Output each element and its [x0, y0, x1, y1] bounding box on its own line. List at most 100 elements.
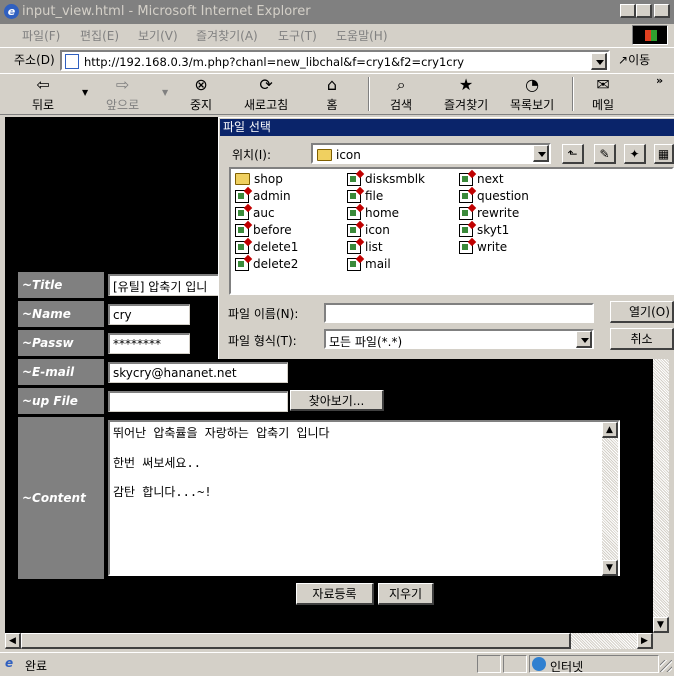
filetype-dropdown[interactable]: 모든 파일(*.*)	[324, 329, 594, 349]
file-item[interactable]: before	[235, 222, 292, 238]
back-dropdown-icon[interactable]: ▼	[82, 88, 88, 97]
file-item[interactable]: mail	[347, 256, 391, 272]
content-label: ~Content	[18, 417, 104, 579]
status-pane	[503, 655, 527, 673]
file-name: shop	[254, 172, 283, 186]
file-item[interactable]: icon	[347, 222, 390, 238]
close-button[interactable]: ×	[654, 4, 670, 18]
html-file-icon	[459, 240, 473, 254]
mail-button[interactable]: ✉ 메일	[592, 76, 614, 113]
file-item[interactable]: delete2	[235, 256, 298, 272]
file-item[interactable]: skyt1	[459, 222, 509, 238]
dialog-title: 파일 선택	[220, 119, 674, 136]
favorites-button[interactable]: ★ 즐겨찾기	[444, 76, 488, 113]
favorites-label: 즐겨찾기	[444, 98, 489, 112]
menu-help[interactable]: 도움말(H)	[336, 27, 388, 44]
file-list[interactable]: shop admin auc before delete1 delete2 disksmbl…	[229, 167, 674, 295]
file-name: auc	[253, 206, 275, 220]
file-item[interactable]: next	[459, 171, 504, 187]
file-item[interactable]: disksmblk	[347, 171, 425, 187]
html-file-icon	[235, 240, 249, 254]
forward-arrow-icon: ⇨	[115, 75, 130, 94]
filename-input[interactable]	[324, 303, 594, 323]
resize-grip-icon[interactable]	[660, 660, 672, 672]
open-button[interactable]: 열기(O)	[610, 301, 674, 323]
minimize-button[interactable]: _	[620, 4, 636, 18]
file-item[interactable]: delete1	[235, 239, 298, 255]
title-input[interactable]: [유틸] 압축기 입니	[108, 274, 220, 296]
menu-tools[interactable]: 도구(T)	[278, 27, 317, 44]
scroll-down-icon[interactable]: ▼	[602, 560, 618, 576]
file-name: before	[253, 223, 292, 237]
textarea-scrollbar[interactable]: ▲ ▼	[602, 422, 618, 576]
file-item[interactable]: write	[459, 239, 507, 255]
refresh-button[interactable]: ⟳ 새로고침	[244, 76, 288, 113]
file-name: next	[477, 172, 504, 186]
up-folder-icon[interactable]: ⬑	[562, 144, 584, 164]
toolbar-more-icon[interactable]: »	[656, 74, 663, 87]
forward-dropdown-icon[interactable]: ▼	[162, 88, 168, 97]
menu-view[interactable]: 보기(V)	[138, 27, 178, 44]
scroll-left-icon[interactable]: ◀	[5, 633, 21, 649]
file-item[interactable]: question	[459, 188, 529, 204]
file-item[interactable]: file	[347, 188, 383, 204]
file-item[interactable]: list	[347, 239, 383, 255]
history-icon: ◔	[525, 75, 540, 94]
new-folder-icon[interactable]: ✦	[624, 144, 646, 164]
password-input[interactable]: ********	[108, 333, 190, 354]
cancel-button[interactable]: 취소	[610, 328, 674, 350]
window-title-bar: e input_view.html - Microsoft Internet E…	[0, 0, 674, 24]
address-input[interactable]: http://192.168.0.3/m.php?chanl=new_libch…	[60, 50, 610, 71]
address-dropdown-button[interactable]	[591, 53, 607, 70]
html-file-icon	[347, 172, 361, 186]
desktop-icon[interactable]: ✎	[594, 144, 616, 164]
file-name: home	[365, 206, 400, 220]
scroll-thumb[interactable]	[21, 633, 571, 649]
menu-edit[interactable]: 편집(E)	[80, 27, 119, 44]
filetype-dropdown-arrow[interactable]	[576, 331, 592, 348]
name-input[interactable]: cry	[108, 304, 190, 325]
history-button[interactable]: ◔ 목록보기	[510, 76, 554, 113]
clear-button[interactable]: 지우기	[378, 583, 434, 605]
refresh-icon: ⟳	[259, 75, 273, 94]
submit-button[interactable]: 자료등록	[296, 583, 374, 605]
location-dropdown-arrow[interactable]	[533, 145, 549, 162]
html-file-icon	[347, 240, 361, 254]
maximize-button[interactable]: □	[636, 4, 652, 18]
email-input[interactable]: skycry@hananet.net	[108, 362, 288, 383]
file-name: rewrite	[477, 206, 520, 220]
file-item[interactable]: rewrite	[459, 205, 519, 221]
file-name: list	[365, 240, 383, 254]
menu-favorites[interactable]: 즐겨찾기(A)	[196, 27, 258, 44]
back-button[interactable]: ⇦ 뒤로	[32, 76, 54, 113]
go-button[interactable]: ↗이동	[618, 51, 650, 68]
scroll-down-icon[interactable]: ▼	[653, 617, 669, 633]
forward-button[interactable]: ⇨ 앞으로	[106, 76, 139, 113]
html-file-icon	[235, 189, 249, 203]
browse-button[interactable]: 찾아보기...	[290, 390, 384, 411]
html-file-icon	[347, 223, 361, 237]
folder-icon	[235, 173, 250, 185]
content-textarea[interactable]: 뛰어난 압축률을 자랑하는 압축기 입니다 한번 써보세요.. 감탄 합니다..…	[108, 420, 620, 576]
view-menu-icon[interactable]: ▦	[654, 144, 674, 164]
folder-item[interactable]: shop	[235, 171, 283, 187]
file-item[interactable]: auc	[235, 205, 275, 221]
file-name: skyt1	[477, 223, 510, 237]
upfile-input[interactable]	[108, 391, 288, 412]
location-dropdown[interactable]: icon	[311, 143, 551, 164]
scroll-right-icon[interactable]: ▶	[637, 633, 653, 649]
toolbar-separator	[572, 77, 574, 111]
file-name: write	[477, 240, 508, 254]
filename-label: 파일 이름(N):	[228, 307, 299, 321]
menu-file[interactable]: 파일(F)	[22, 27, 60, 44]
stop-button[interactable]: ⊗ 중지	[190, 76, 212, 113]
home-button[interactable]: ⌂ 홈	[322, 76, 342, 113]
forward-label: 앞으로	[106, 98, 140, 112]
search-button[interactable]: ⌕ 검색	[390, 76, 412, 113]
page-horizontal-scrollbar[interactable]: ◀ ▶	[5, 633, 653, 649]
scroll-up-icon[interactable]: ▲	[602, 422, 618, 438]
address-url: http://192.168.0.3/m.php?chanl=new_libch…	[84, 55, 465, 69]
file-item[interactable]: home	[347, 205, 399, 221]
file-item[interactable]: admin	[235, 188, 291, 204]
go-label: 이동	[628, 53, 651, 67]
